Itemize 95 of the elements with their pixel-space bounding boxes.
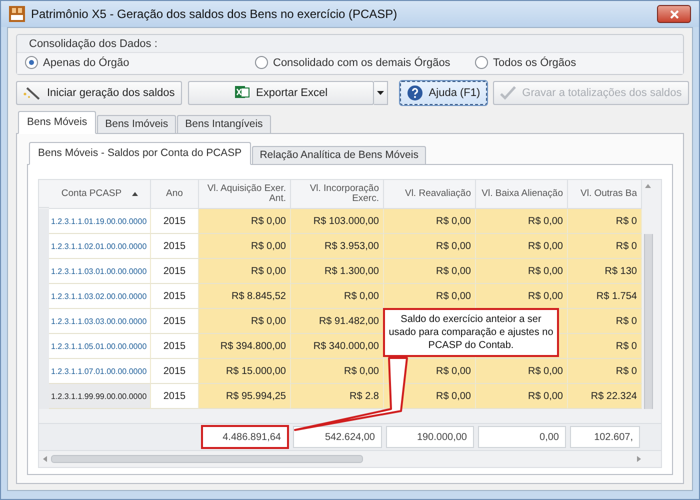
toolbar-button[interactable]: Iniciar geração dos saldos xyxy=(16,81,182,105)
table-cell: R$ 0,00 xyxy=(199,309,291,334)
tab[interactable]: Relação Analítica de Bens Móveis xyxy=(252,146,426,165)
scrollbar-thumb[interactable] xyxy=(644,234,652,259)
table-cell: 2015 xyxy=(151,359,199,384)
table-cell: 1.2.3.1.1.07.01.00.00.0000 xyxy=(49,359,151,384)
table-cell: R$ 0 xyxy=(568,209,642,234)
close-icon xyxy=(670,10,678,18)
tab[interactable]: Bens Intangíveis xyxy=(177,115,271,134)
column-header[interactable]: Ano xyxy=(151,180,199,209)
table-cell: R$ 0,00 xyxy=(384,284,476,309)
horizontal-scrollbar-thumb[interactable] xyxy=(51,455,363,463)
sort-ascending-icon xyxy=(132,192,138,196)
table-cell: R$ 394.800,00 xyxy=(199,334,291,359)
total-field: 0,00 xyxy=(478,426,566,448)
table-cell: R$ 1.300,00 xyxy=(291,259,384,284)
table-cell: 1.2.3.1.1.02.01.00.00.0000 xyxy=(49,234,151,259)
radio-button[interactable] xyxy=(25,56,38,69)
toolbar-button[interactable]: Ajuda (F1) xyxy=(400,81,488,105)
table-cell: R$ 0 xyxy=(568,334,642,359)
scrollbar-thumb[interactable] xyxy=(644,384,652,409)
table-cell: R$ 0,00 xyxy=(384,234,476,259)
tab[interactable]: Bens Móveis xyxy=(18,111,96,134)
total-field: 542.624,00 xyxy=(293,426,382,448)
table-cell: R$ 8.845,52 xyxy=(199,284,291,309)
table-cell: 2015 xyxy=(151,234,199,259)
table-cell: R$ 0,00 xyxy=(476,259,568,284)
column-header[interactable]: Vl. Aquisição Exer. Ant. xyxy=(199,180,291,209)
column-header[interactable]: Vl. Reavaliação xyxy=(384,180,476,209)
table-cell: R$ 0,00 xyxy=(476,234,568,259)
table-cell: 1.2.3.1.1.99.99.00.00.0000 xyxy=(49,384,151,409)
radio-label[interactable]: Apenas do Órgão xyxy=(43,56,130,68)
table-cell: R$ 0,00 xyxy=(384,209,476,234)
table-cell: 2015 xyxy=(151,284,199,309)
table-cell: R$ 0,00 xyxy=(291,359,384,384)
window-title: Patrimônio X5 - Geração dos saldos dos Bens no exercício (PCASP) xyxy=(31,7,398,21)
table-cell: R$ 0 xyxy=(568,309,642,334)
table-cell: R$ 130 xyxy=(568,259,642,284)
caret-icon xyxy=(376,91,384,95)
spreadsheet-icon xyxy=(234,85,250,101)
table-cell: R$ 103.000,00 xyxy=(291,209,384,234)
table-cell: R$ 0,00 xyxy=(476,384,568,409)
close-button[interactable] xyxy=(657,5,691,23)
total-field: 4.486.891,64 xyxy=(201,425,289,449)
total-field: 190.000,00 xyxy=(386,426,474,448)
table-cell: R$ 3.953,00 xyxy=(291,234,384,259)
table-cell: R$ 0,00 xyxy=(199,209,291,234)
dropdown-button[interactable] xyxy=(374,81,388,105)
table-cell: 2015 xyxy=(151,259,199,284)
table-cell: R$ 340.000,00 xyxy=(291,334,384,359)
column-header[interactable]: Vl. Outras Ba xyxy=(568,180,642,209)
table-cell: R$ 95.994,25 xyxy=(199,384,291,409)
table-cell: R$ 0,00 xyxy=(476,359,568,384)
table-cell: 2015 xyxy=(151,309,199,334)
table-cell: 2015 xyxy=(151,209,199,234)
table-cell: R$ 0 xyxy=(568,359,642,384)
tab[interactable]: Bens Imóveis xyxy=(97,115,176,134)
table-cell: 1.2.3.1.1.01.19.00.00.0000 xyxy=(49,209,151,234)
radio-button[interactable] xyxy=(255,56,268,69)
column-header[interactable]: Vl. Baixa Alienação xyxy=(476,180,568,209)
radio-label[interactable]: Consolidado com os demais Órgãos xyxy=(273,56,450,68)
table-cell: R$ 15.000,00 xyxy=(199,359,291,384)
table-cell: R$ 1.754 xyxy=(568,284,642,309)
group-label: Consolidação dos Dados : xyxy=(28,37,158,52)
table-cell: 1.2.3.1.1.03.02.00.00.0000 xyxy=(49,284,151,309)
table-cell: R$ 0,00 xyxy=(384,259,476,284)
magic-wand-icon xyxy=(23,86,41,100)
total-field: 102.607, xyxy=(570,426,640,448)
table-cell: R$ 0,00 xyxy=(199,259,291,284)
table-cell: R$ 22.324 xyxy=(568,384,642,409)
table-cell: R$ 0,00 xyxy=(199,234,291,259)
column-header[interactable]: Vl. Incorporação Exerc. xyxy=(291,180,384,209)
table-cell: 1.2.3.1.1.03.03.00.00.0000 xyxy=(49,309,151,334)
table-cell: 1.2.3.1.1.03.01.00.00.0000 xyxy=(49,259,151,284)
scroll-right-icon[interactable] xyxy=(637,456,641,462)
table-cell: 2015 xyxy=(151,334,199,359)
callout-note: Saldo do exercício anteior a ser usado para comparação e ajustes no PCASP do Contab. xyxy=(383,308,559,357)
table-cell: R$ 0,00 xyxy=(291,284,384,309)
table-cell: 1.2.3.1.1.05.01.00.00.0000 xyxy=(49,334,151,359)
tab[interactable]: Bens Móveis - Saldos por Conta do PCASP xyxy=(29,142,251,165)
app-logo-icon xyxy=(9,6,25,22)
column-header[interactable]: Conta PCASP xyxy=(49,180,151,209)
table-cell: R$ 0 xyxy=(568,234,642,259)
radio-button[interactable] xyxy=(475,56,488,69)
scroll-left-icon[interactable] xyxy=(43,456,47,462)
table-cell: R$ 2.8 xyxy=(291,384,384,409)
table-cell: 2015 xyxy=(151,384,199,409)
table-cell: R$ 91.482,00 xyxy=(291,309,384,334)
checkmark-icon xyxy=(500,86,516,100)
table-cell: R$ 0,00 xyxy=(476,209,568,234)
scroll-up-icon[interactable] xyxy=(645,184,651,188)
radio-label[interactable]: Todos os Órgãos xyxy=(493,56,576,68)
table-cell: R$ 0,00 xyxy=(476,284,568,309)
help-icon xyxy=(406,85,423,101)
export-button[interactable]: Exportar Excel xyxy=(188,81,374,105)
